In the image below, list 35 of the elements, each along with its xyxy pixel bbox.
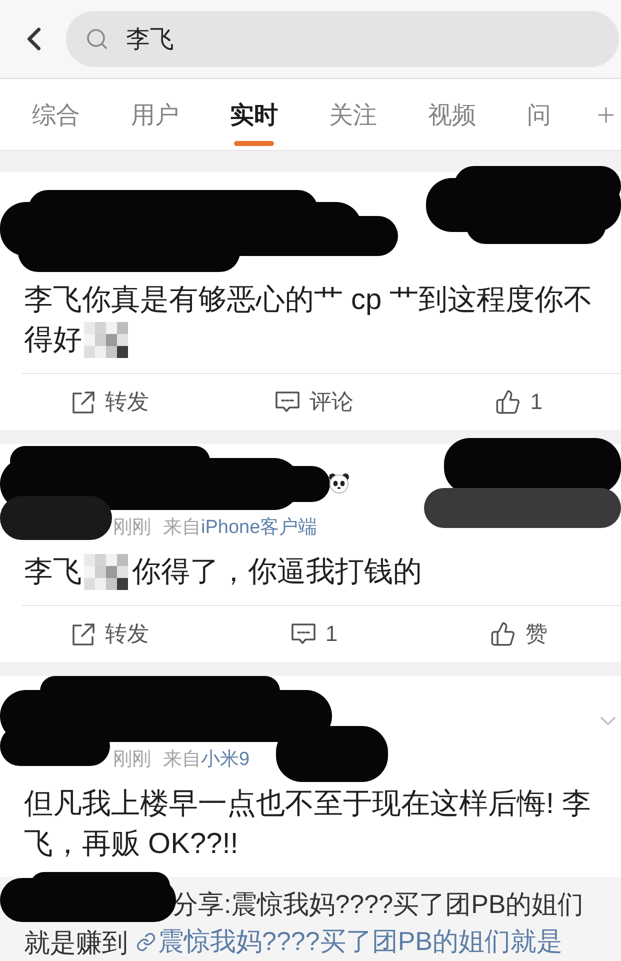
- source-prefix: 来自: [163, 748, 201, 772]
- post-time: 刚刚: [113, 748, 151, 772]
- tab[interactable]: 关注: [329, 79, 377, 150]
- comment-icon: [291, 622, 316, 646]
- comment-button[interactable]: 1: [289, 617, 340, 651]
- source-prefix: 来自: [163, 516, 201, 540]
- search-field[interactable]: 李飞: [66, 11, 619, 67]
- like-button[interactable]: 赞: [488, 615, 550, 653]
- share-icon: [71, 390, 96, 414]
- tab[interactable]: 用户: [131, 79, 179, 150]
- share-icon: [71, 622, 96, 646]
- repost-link[interactable]: 震惊我妈????买了团PB的姐们就是: [136, 923, 563, 960]
- thumbs-up-icon: [495, 389, 522, 415]
- mosaic-mark: [84, 322, 128, 358]
- thumbs-up-icon: [490, 621, 516, 647]
- comment-icon: [275, 390, 300, 414]
- post-time: 刚刚: [113, 516, 151, 540]
- post-text: 但凡我上楼早一点也不至于现在这样后悔! 李飞，再贩 OK??!!: [24, 787, 592, 862]
- comment-button[interactable]: 评论: [273, 383, 356, 421]
- link-icon: [136, 932, 156, 952]
- post-text: 李飞你真是有够恶心的艹 cp 艹到这程度你不: [24, 283, 593, 318]
- mosaic-mark: [84, 554, 128, 590]
- tab[interactable]: 实时: [230, 79, 278, 150]
- tab[interactable]: 问: [527, 79, 551, 150]
- post-text: 你得了，你逼我打钱的: [132, 555, 422, 590]
- post-text: 李飞: [24, 555, 82, 590]
- source-name: iPhone客户端: [201, 516, 318, 540]
- tab[interactable]: 视频: [428, 79, 476, 150]
- search-icon: [85, 27, 109, 51]
- post-text: 得好: [24, 323, 82, 358]
- tab[interactable]: 综合: [32, 79, 80, 150]
- repost-button[interactable]: 转发: [69, 383, 152, 421]
- repost-button[interactable]: 转发: [69, 615, 152, 653]
- source-name: 小米9: [201, 748, 250, 772]
- like-button[interactable]: 1: [493, 385, 544, 419]
